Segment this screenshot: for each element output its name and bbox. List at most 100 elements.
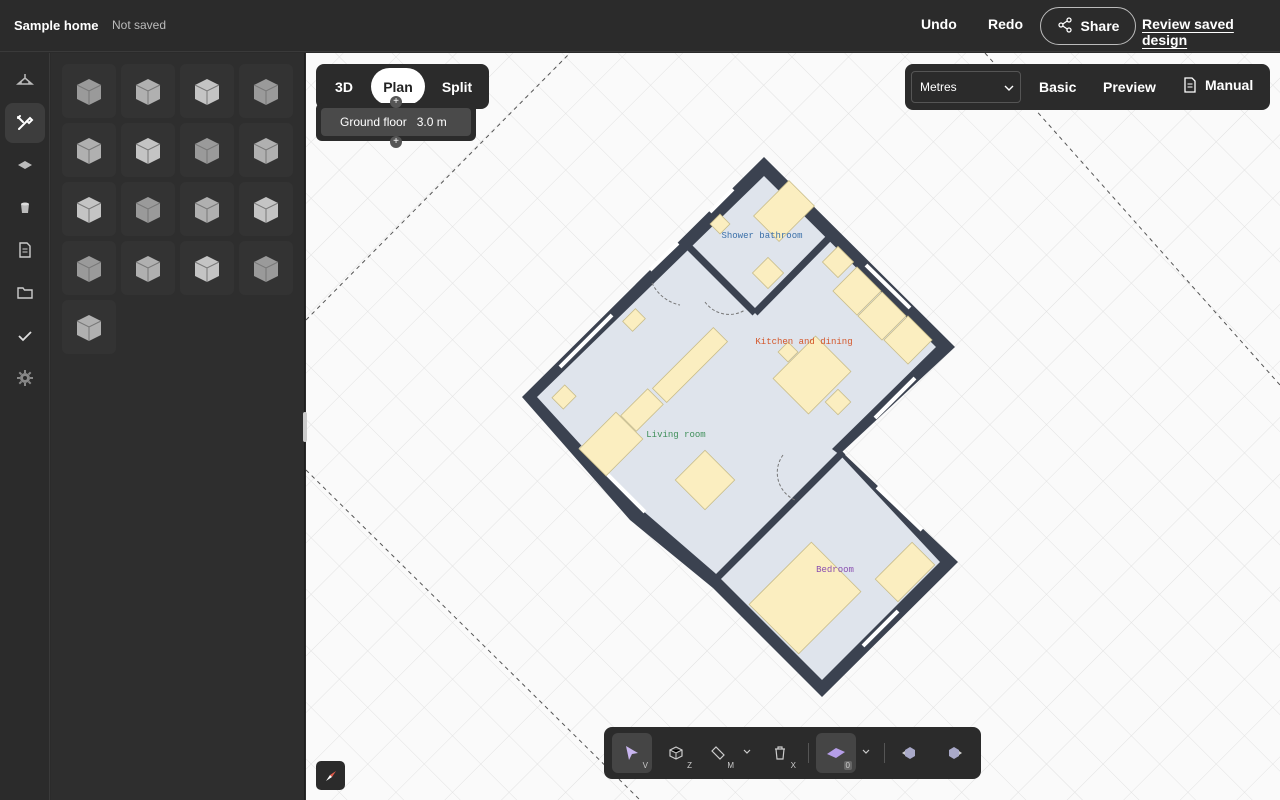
fridge-icon <box>135 197 161 223</box>
compass-button[interactable] <box>316 761 345 790</box>
floor-height: 3.0 m <box>416 115 447 129</box>
share-label: Share <box>1080 18 1120 34</box>
view-split-tab[interactable]: Split <box>434 68 480 105</box>
camera-left-tool[interactable] <box>890 733 930 773</box>
column-icon <box>253 138 279 164</box>
manual-icon <box>1184 77 1196 93</box>
rail-documents[interactable] <box>5 230 45 270</box>
catalog-item-fridge[interactable] <box>121 182 175 236</box>
layer-icon <box>827 748 845 758</box>
plan-drawing[interactable]: Shower bathroom Kitchen and dining Livin… <box>306 53 1280 800</box>
fence-icon <box>135 79 161 105</box>
catalog-item-room[interactable] <box>121 241 175 295</box>
rail-floorplan[interactable] <box>5 59 45 99</box>
settings-gear-icon <box>17 370 33 386</box>
catalog-panel <box>51 53 305 800</box>
delete-tool[interactable]: X <box>760 733 800 773</box>
catalog-item-terrain[interactable] <box>62 300 116 354</box>
camera-left-icon <box>902 747 915 759</box>
catalog-item-cabinet[interactable] <box>180 241 234 295</box>
document-icon <box>19 242 31 258</box>
right-panel: Metres Basic Preview Manual <box>905 64 1270 110</box>
catalog-item-box[interactable] <box>62 182 116 236</box>
surface-icon <box>18 161 32 169</box>
wall-icon <box>76 79 102 105</box>
catalog-item-grid-floor[interactable] <box>62 123 116 177</box>
catalog-item-wall[interactable] <box>62 64 116 118</box>
basic-button[interactable]: Basic <box>1039 79 1076 95</box>
manual-label: Manual <box>1205 77 1254 93</box>
catalog-item-bucket[interactable] <box>239 241 293 295</box>
layer-tool[interactable]: 0 <box>816 733 856 773</box>
room-label-bedroom[interactable]: Bedroom <box>816 565 854 575</box>
project-name[interactable]: Sample home <box>14 18 99 33</box>
cabinet-icon <box>194 256 220 282</box>
grid-floor-icon <box>76 138 102 164</box>
roof-icon <box>253 197 279 223</box>
room-label-living[interactable]: Living room <box>646 430 705 440</box>
chevron-down-icon[interactable] <box>743 749 751 755</box>
stairs-icon <box>76 256 102 282</box>
catalog-item-slab[interactable] <box>180 64 234 118</box>
rail-settings[interactable] <box>5 358 45 398</box>
preview-button[interactable]: Preview <box>1103 79 1156 95</box>
catalog-item-fence[interactable] <box>121 64 175 118</box>
room-label-kitchen[interactable]: Kitchen and dining <box>755 337 852 347</box>
rail-surfaces[interactable] <box>5 145 45 185</box>
catalog-item-stairs[interactable] <box>62 241 116 295</box>
catalog-item-window[interactable] <box>180 123 234 177</box>
rail-paint[interactable] <box>5 187 45 227</box>
delete-icon <box>775 746 785 760</box>
add-floor-below-button[interactable]: + <box>390 136 402 148</box>
plan-canvas[interactable]: Shower bathroom Kitchen and dining Livin… <box>306 53 1280 800</box>
review-saved-design-link[interactable]: Review saved design <box>1142 16 1280 48</box>
camera-right-icon <box>949 747 962 759</box>
door-icon <box>135 138 161 164</box>
slab-icon <box>194 79 220 105</box>
redo-button[interactable]: Redo <box>988 16 1023 32</box>
rail-tools[interactable] <box>5 103 45 143</box>
paint-icon <box>21 202 29 213</box>
room-label-bathroom[interactable]: Shower bathroom <box>721 231 802 241</box>
units-value: Metres <box>920 80 957 94</box>
select-cursor-icon <box>626 746 638 760</box>
chevron-down-icon[interactable] <box>862 749 870 755</box>
toolbar-divider <box>808 743 809 763</box>
catalog-item-door[interactable] <box>121 123 175 177</box>
top-bar: Sample home Not saved Undo Redo Share Re… <box>0 0 1280 52</box>
toolbar-divider <box>884 743 885 763</box>
units-select[interactable]: Metres <box>911 71 1021 103</box>
view-3d-tab[interactable]: 3D <box>324 68 364 105</box>
zone-tool[interactable]: Z <box>656 733 696 773</box>
chevron-down-icon <box>1004 85 1014 91</box>
catalog-item-ladder[interactable] <box>239 64 293 118</box>
zone-key: Z <box>687 761 692 770</box>
measure-key: M <box>727 761 734 770</box>
floor-selector-inner[interactable]: Ground floor 3.0 m <box>321 108 471 136</box>
terrain-icon <box>76 315 102 341</box>
rail-folder[interactable] <box>5 273 45 313</box>
manual-button[interactable]: Manual <box>1183 77 1253 93</box>
add-floor-above-button[interactable]: + <box>390 96 402 108</box>
catalog-item-column[interactable] <box>239 123 293 177</box>
share-button[interactable]: Share <box>1040 7 1136 45</box>
bottom-toolbar: V Z M X 0 <box>604 727 981 779</box>
measure-tool[interactable]: M <box>698 733 738 773</box>
checkmark-icon <box>18 331 32 342</box>
ladder-icon <box>253 79 279 105</box>
panel-resize-handle[interactable] <box>303 412 307 442</box>
left-rail <box>0 53 50 800</box>
layer-key: 0 <box>843 761 852 770</box>
catalog-item-roof[interactable] <box>239 182 293 236</box>
camera-right-tool[interactable] <box>934 733 974 773</box>
catalog-item-fountain[interactable] <box>180 182 234 236</box>
undo-button[interactable]: Undo <box>921 16 957 32</box>
save-status: Not saved <box>112 18 167 32</box>
rail-check[interactable] <box>5 316 45 356</box>
floor-name: Ground floor <box>340 115 407 129</box>
fountain-icon <box>194 197 220 223</box>
tools-icon <box>17 115 34 130</box>
select-tool[interactable]: V <box>612 733 652 773</box>
delete-key: X <box>790 761 796 770</box>
floorplan-icon <box>16 74 34 85</box>
